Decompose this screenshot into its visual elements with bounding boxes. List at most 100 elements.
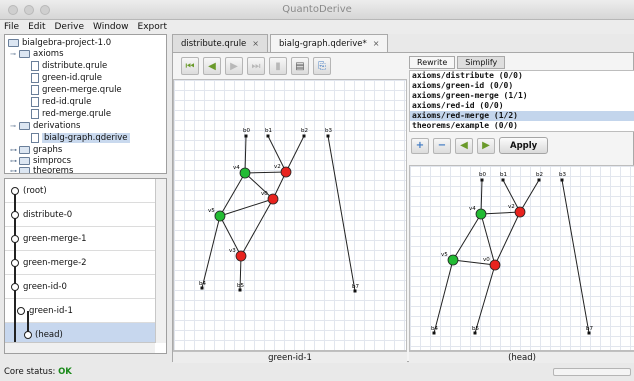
new-graph-icon[interactable]: ⎘: [313, 57, 331, 75]
graph-edge[interactable]: [519, 179, 540, 213]
left-graph-status: green-id-1: [173, 351, 407, 363]
graph-node-v0[interactable]: [267, 193, 279, 205]
graph-node-v5[interactable]: [214, 210, 226, 222]
graph-edge[interactable]: [480, 211, 521, 215]
graph-node-v2[interactable]: [280, 166, 292, 178]
last-step-icon[interactable]: ⏭: [247, 57, 265, 75]
history-row-green-id-0[interactable]: green-id-0: [5, 275, 155, 299]
tree-item-theorems[interactable]: ⊶ theorems: [10, 165, 73, 174]
tab-label: bialg-graph.qderive*: [279, 38, 367, 49]
tab-rewrite[interactable]: Rewrite: [409, 56, 456, 69]
tree-item-axioms[interactable]: ⊸ axioms: [10, 48, 63, 59]
graph-node-v0[interactable]: [489, 259, 501, 271]
graph-node-label: v2: [274, 164, 281, 170]
next-match-icon[interactable]: ▶: [477, 137, 495, 154]
graph-edge[interactable]: [285, 135, 305, 173]
history-row-green-merge-1[interactable]: green-merge-1: [5, 227, 155, 251]
menu-file[interactable]: File: [4, 22, 19, 32]
tree-item-graphs[interactable]: ⊶ graphs: [10, 144, 62, 155]
menu-export[interactable]: Export: [138, 22, 167, 32]
rewrite-item[interactable]: theorems/example (0/0): [410, 121, 634, 131]
graph-node-v4[interactable]: [475, 208, 487, 220]
history-vertical-scrollbar[interactable]: [155, 179, 166, 343]
graph-node-b2[interactable]: [302, 134, 306, 138]
tab-simplify[interactable]: Simplify: [457, 56, 506, 69]
graph-edge[interactable]: [244, 135, 247, 174]
rewrite-item[interactable]: axioms/red-id (0/0): [410, 101, 634, 111]
graph-edge[interactable]: [244, 172, 274, 200]
apply-button[interactable]: Apply: [499, 137, 549, 154]
rewrite-item[interactable]: axioms/red-merge (1/2): [410, 111, 634, 121]
collapse-toggle-icon[interactable]: ⊶: [10, 146, 17, 154]
left-graph-canvas[interactable]: b0 b1 b2 b3 v4 v2 v0 v5 v3 b4 b5 b7: [173, 79, 407, 351]
tree-root[interactable]: bialgebra-project-1.0: [8, 37, 111, 48]
graph-edge[interactable]: [327, 135, 356, 292]
close-tab-icon[interactable]: ×: [373, 39, 380, 48]
graph-node-b2[interactable]: [537, 178, 541, 182]
rewrite-item[interactable]: axioms/distribute (0/0): [410, 71, 634, 81]
graph-node-label: b1: [500, 172, 507, 178]
graph-node-b1[interactable]: [501, 178, 505, 182]
tab-distribute[interactable]: distribute.qrule ×: [172, 34, 268, 52]
remove-rule-icon[interactable]: −: [433, 137, 451, 154]
right-graph-svg[interactable]: b0 b1 b2 b3 v4 v2 v5 v0 b4 b5 b7: [410, 166, 634, 351]
history-row-root[interactable]: (root): [5, 179, 155, 203]
tree-item-label: red-id.qrule: [42, 96, 92, 107]
graph-edge[interactable]: [433, 259, 454, 334]
expand-toggle-icon[interactable]: ⊸: [10, 50, 16, 58]
collapse-toggle-icon[interactable]: ⊶: [10, 157, 17, 165]
export-icon[interactable]: ▤: [291, 57, 309, 75]
graph-edge[interactable]: [244, 171, 287, 174]
tree-item-distribute[interactable]: distribute.qrule: [31, 60, 107, 71]
tree-item-green-id[interactable]: green-id.qrule: [31, 72, 102, 83]
right-graph-canvas[interactable]: b0 b1 b2 b3 v4 v2 v5 v0 b4 b5 b7: [409, 165, 634, 351]
history-row-green-merge-2[interactable]: green-merge-2: [5, 251, 155, 275]
tab-bialg-graph[interactable]: bialg-graph.qderive* ×: [270, 34, 389, 52]
graph-node-b0[interactable]: [244, 134, 248, 138]
history-row-distribute-0[interactable]: distribute-0: [5, 203, 155, 227]
history-label: green-merge-1: [23, 233, 87, 244]
graph-node-b1[interactable]: [266, 134, 270, 138]
graph-node-label: b7: [586, 326, 593, 332]
graph-edge[interactable]: [474, 264, 496, 334]
graph-edge[interactable]: [494, 211, 521, 266]
graph-node-label: v4: [233, 165, 240, 171]
graph-node-b0[interactable]: [480, 178, 484, 182]
menu-derive[interactable]: Derive: [55, 22, 85, 32]
previous-match-icon[interactable]: ◀: [455, 137, 473, 154]
rewrite-item[interactable]: axioms/green-id (0/0): [410, 81, 634, 91]
tree-item-label: red-merge.qrule: [42, 108, 112, 119]
history-horizontal-scrollbar[interactable]: [5, 342, 155, 353]
collapse-toggle-icon[interactable]: ⊶: [10, 167, 17, 174]
menu-window[interactable]: Window: [93, 22, 129, 32]
history-label: green-id-0: [23, 281, 67, 292]
folder-icon: [19, 166, 30, 173]
graph-node-b3[interactable]: [560, 178, 564, 182]
graph-node-v5[interactable]: [447, 254, 459, 266]
graph-node-label: b0: [479, 172, 486, 178]
first-step-icon[interactable]: ⏮: [181, 57, 199, 75]
menu-edit[interactable]: Edit: [28, 22, 45, 32]
graph-node-v3[interactable]: [235, 250, 247, 262]
previous-step-icon[interactable]: ◀: [203, 57, 221, 75]
close-tab-icon[interactable]: ×: [252, 39, 259, 48]
tree-item-green-merge[interactable]: green-merge.qrule: [31, 84, 122, 95]
tree-item-red-id[interactable]: red-id.qrule: [31, 96, 91, 107]
delete-step-icon[interactable]: ▮: [269, 57, 287, 75]
rewrite-item[interactable]: axioms/green-merge (1/1): [410, 91, 634, 101]
tree-item-derivations[interactable]: ⊸ derivations: [10, 120, 80, 131]
history-label: (head): [35, 329, 63, 340]
add-rule-icon[interactable]: +: [411, 137, 429, 154]
graph-edge[interactable]: [452, 213, 482, 261]
graph-node-v2[interactable]: [514, 206, 526, 218]
rewrite-tabs: Rewrite Simplify: [409, 56, 506, 69]
left-graph-svg[interactable]: b0 b1 b2 b3 v4 v2 v0 v5 v3 b4 b5 b7: [174, 80, 407, 351]
tree-item-bialg-graph[interactable]: bialg-graph.qderive: [31, 132, 130, 143]
graph-node-b3[interactable]: [326, 134, 330, 138]
graph-edge[interactable]: [561, 179, 590, 334]
expand-toggle-icon[interactable]: ⊸: [10, 122, 16, 130]
tree-item-red-merge[interactable]: red-merge.qrule: [31, 108, 111, 119]
graph-node-v4[interactable]: [239, 167, 251, 179]
next-step-icon[interactable]: ▶: [225, 57, 243, 75]
graph-edge[interactable]: [201, 215, 221, 289]
